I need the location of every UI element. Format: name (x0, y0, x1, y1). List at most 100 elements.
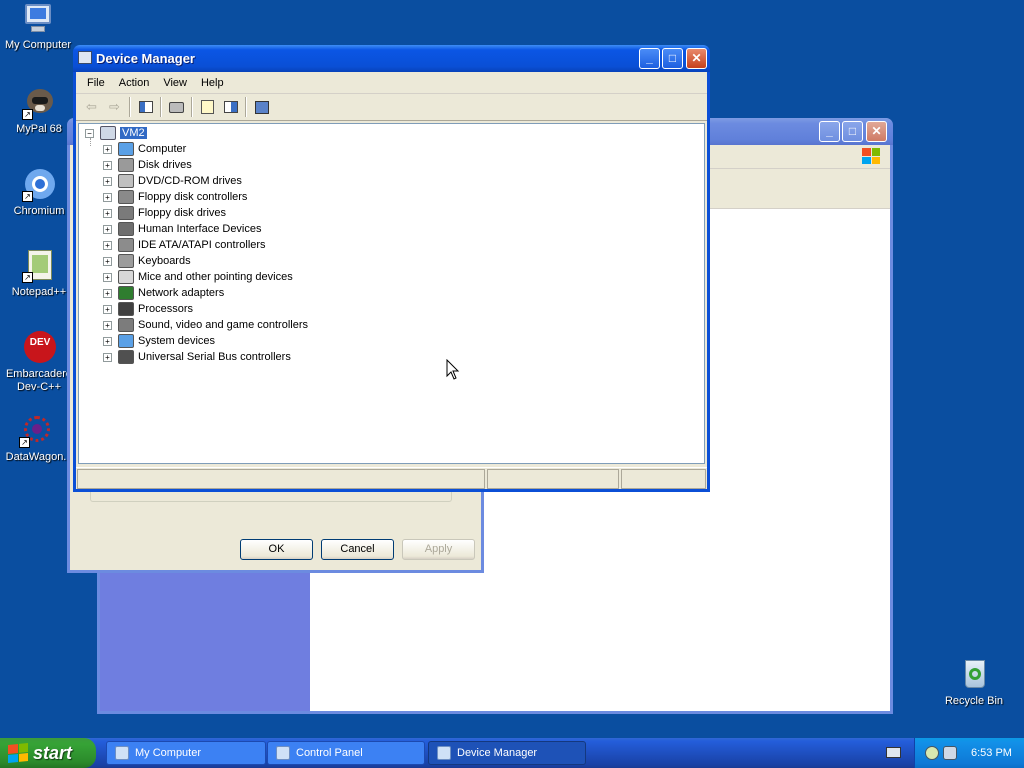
expand-icon[interactable]: + (103, 192, 112, 202)
print-icon[interactable] (165, 96, 188, 118)
maximize-button[interactable]: □ (842, 121, 863, 142)
expand-icon[interactable]: + (103, 144, 112, 154)
desktop-icon-datawagon[interactable]: ↗ DataWagon. (0, 414, 74, 464)
clock[interactable]: 6:53 PM (971, 747, 1012, 759)
my-computer-icon (21, 2, 55, 36)
taskbar-item-device-manager[interactable]: Device Manager (428, 741, 586, 765)
toolbar-separator (191, 97, 193, 117)
desktop-icon-mypal[interactable]: ↗ MyPal 68 (1, 86, 77, 136)
tree-node-floppy-drive[interactable]: + Floppy disk drives (103, 205, 226, 221)
tree-node-sound[interactable]: + Sound, video and game controllers (103, 317, 308, 333)
mouse-cursor-icon (446, 359, 460, 380)
expand-icon[interactable]: + (103, 208, 112, 218)
status-pane-1 (77, 469, 485, 489)
status-bar (76, 467, 707, 489)
back-icon[interactable]: ⇦ (80, 96, 103, 118)
tree-node-label[interactable]: Computer (138, 143, 186, 155)
tree-node-label[interactable]: Keyboards (138, 255, 191, 267)
tree-node-processor[interactable]: + Processors (103, 301, 193, 317)
status-pane-2 (487, 469, 619, 489)
datawagon-icon: ↗ (19, 414, 53, 448)
device-tree[interactable]: − VM2 + Computer + Disk drives + DVD/CD-ROM d… (78, 123, 705, 464)
desktop-icon-notepad-plus-plus[interactable]: ↗ Notepad++ (1, 249, 77, 299)
tree-line (90, 138, 91, 146)
close-button[interactable]: ✕ (866, 121, 887, 142)
desktop-icon-label-line2: Dev-C++ (16, 381, 62, 393)
tree-node-label[interactable]: Floppy disk controllers (138, 191, 247, 203)
tree-node-hid[interactable]: + Human Interface Devices (103, 221, 262, 237)
tree-node-label[interactable]: Human Interface Devices (138, 223, 262, 235)
expand-icon[interactable]: + (103, 336, 112, 346)
expand-icon[interactable]: + (103, 160, 112, 170)
expand-icon[interactable]: + (103, 240, 112, 250)
desktop-icon-my-computer[interactable]: My Computer (0, 2, 76, 52)
tree-node-label[interactable]: Mice and other pointing devices (138, 271, 293, 283)
hid-icon (118, 222, 134, 236)
desktop-icon-recycle-bin[interactable]: Recycle Bin (936, 658, 1012, 708)
expand-icon[interactable]: + (103, 224, 112, 234)
device-manager-titlebar[interactable]: Device Manager _ □ ✕ (73, 45, 710, 72)
menu-help[interactable]: Help (194, 77, 231, 89)
tree-node-label[interactable]: Sound, video and game controllers (138, 319, 308, 331)
menu-action[interactable]: Action (112, 77, 157, 89)
desktop-icon-chromium[interactable]: ↗ Chromium (1, 168, 77, 218)
expand-icon[interactable]: + (103, 272, 112, 282)
root-label[interactable]: VM2 (120, 127, 147, 139)
tree-root[interactable]: − VM2 (85, 125, 147, 141)
expand-icon[interactable]: + (103, 176, 112, 186)
expand-icon[interactable]: + (103, 320, 112, 330)
taskbar-item-my-computer[interactable]: My Computer (106, 741, 266, 765)
tray-network-icon[interactable] (925, 746, 939, 760)
sound-icon (118, 318, 134, 332)
cancel-button[interactable]: Cancel (321, 539, 394, 560)
maximize-button[interactable]: □ (662, 48, 683, 69)
tree-node-label[interactable]: Universal Serial Bus controllers (138, 351, 291, 363)
taskbar-item-control-panel[interactable]: Control Panel (267, 741, 425, 765)
tree-node-cdrom[interactable]: + DVD/CD-ROM drives (103, 173, 242, 189)
expand-icon[interactable]: + (103, 304, 112, 314)
tree-node-system-devices[interactable]: + System devices (103, 333, 215, 349)
tree-node-computer[interactable]: + Computer (103, 141, 186, 157)
keyboard-icon[interactable] (886, 747, 901, 758)
start-button[interactable]: start (0, 738, 96, 768)
expand-icon[interactable]: + (103, 256, 112, 266)
minimize-button[interactable]: _ (819, 121, 840, 142)
tree-node-floppy-controller[interactable]: + Floppy disk controllers (103, 189, 247, 205)
tree-node-mouse[interactable]: + Mice and other pointing devices (103, 269, 293, 285)
tree-node-label[interactable]: IDE ATA/ATAPI controllers (138, 239, 266, 251)
tree-node-disk-drive[interactable]: + Disk drives (103, 157, 192, 173)
tree-node-label[interactable]: System devices (138, 335, 215, 347)
tree-node-label[interactable]: Floppy disk drives (138, 207, 226, 219)
tree-node-keyboard[interactable]: + Keyboards (103, 253, 191, 269)
toolbar-separator (129, 97, 131, 117)
control-panel-icon (276, 746, 290, 760)
expand-icon[interactable]: + (103, 352, 112, 362)
help-icon[interactable] (219, 96, 242, 118)
menu-view[interactable]: View (156, 77, 194, 89)
shortcut-arrow-icon: ↗ (22, 109, 33, 120)
desktop-icon-label: MyPal 68 (16, 123, 62, 135)
tree-node-label[interactable]: Processors (138, 303, 193, 315)
minimize-button[interactable]: _ (639, 48, 660, 69)
apply-button[interactable]: Apply (402, 539, 475, 560)
tree-node-label[interactable]: Disk drives (138, 159, 192, 171)
properties-icon[interactable] (196, 96, 219, 118)
computer-icon (118, 142, 134, 156)
tree-node-network-adapter[interactable]: + Network adapters (103, 285, 224, 301)
expand-icon[interactable]: + (103, 288, 112, 298)
tree-node-usb[interactable]: + Universal Serial Bus controllers (103, 349, 291, 365)
close-button[interactable]: ✕ (686, 48, 707, 69)
device-manager-window[interactable]: Device Manager _ □ ✕ File Action View He… (73, 45, 710, 492)
tree-node-label[interactable]: Network adapters (138, 287, 224, 299)
scan-hardware-icon[interactable] (250, 96, 273, 118)
ok-button[interactable]: OK (240, 539, 313, 560)
chromium-icon: ↗ (22, 168, 56, 202)
tree-node-label[interactable]: DVD/CD-ROM drives (138, 175, 242, 187)
forward-icon[interactable]: ⇨ (103, 96, 126, 118)
tree-node-ide-controller[interactable]: + IDE ATA/ATAPI controllers (103, 237, 266, 253)
show-hide-console-tree-icon[interactable] (134, 96, 157, 118)
menu-file[interactable]: File (80, 77, 112, 89)
desktop-icon-devcpp[interactable]: DEV Embarcadero Dev-C++ (1, 331, 77, 394)
collapse-icon[interactable]: − (85, 128, 94, 138)
tray-volume-icon[interactable] (943, 746, 957, 760)
